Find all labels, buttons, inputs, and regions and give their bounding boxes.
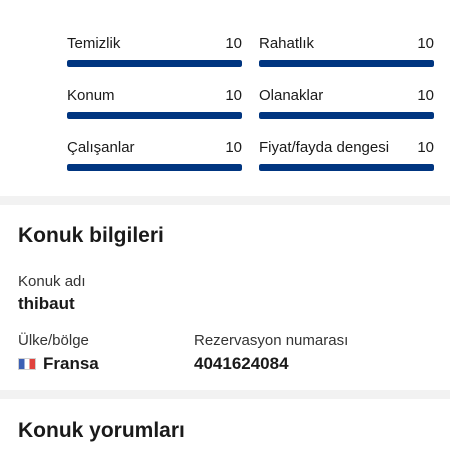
rating-bar-fill [259,164,434,171]
rating-bar [67,60,242,67]
rating-cleanliness: Temizlik 10 [67,32,242,84]
rating-score: 10 [417,86,434,104]
reservation-number-value: 4041624084 [194,354,289,373]
section-divider [0,390,450,399]
rating-bar [259,112,434,119]
rating-label: Konum [67,86,115,104]
rating-label: Temizlik [67,34,121,52]
rating-score: 10 [225,34,242,52]
rating-score: 10 [225,86,242,104]
guest-reviews-title: Konuk yorumları [18,419,185,442]
rating-bar [259,164,434,171]
reservation-number-label: Rezervasyon numarası [194,332,349,349]
guest-name-label: Konuk adı [18,273,86,290]
france-flag-icon [18,358,36,370]
rating-label: Fiyat/fayda dengesi [259,138,390,156]
rating-score: 10 [417,138,434,156]
country-value-wrap: Fransa [18,354,99,374]
rating-score: 10 [225,138,242,156]
property-review-page: Temizlik 10 Rahatlık 10 Konum 10 Olanakl… [0,0,450,450]
rating-bar-fill [67,164,242,171]
guest-name-value: thibaut [18,294,75,313]
guest-info-title: Konuk bilgileri [18,224,164,247]
country-label: Ülke/bölge [18,332,89,349]
rating-bar [259,60,434,67]
rating-bar-fill [259,112,434,119]
rating-bar-fill [67,60,242,67]
country-value: Fransa [43,354,99,373]
rating-breakdown: Temizlik 10 Rahatlık 10 Konum 10 Olanakl… [67,32,434,188]
section-divider [0,196,450,205]
rating-label: Rahatlık [259,34,315,52]
rating-value-for-money: Fiyat/fayda dengesi 10 [259,136,434,188]
rating-bar-fill [259,60,434,67]
rating-staff: Çalışanlar 10 [67,136,242,188]
rating-bar [67,164,242,171]
rating-score: 10 [417,34,434,52]
rating-facilities: Olanaklar 10 [259,84,434,136]
rating-label: Olanaklar [259,86,324,104]
rating-location: Konum 10 [67,84,242,136]
rating-comfort: Rahatlık 10 [259,32,434,84]
rating-bar-fill [67,112,242,119]
rating-label: Çalışanlar [67,138,135,156]
rating-bar [67,112,242,119]
